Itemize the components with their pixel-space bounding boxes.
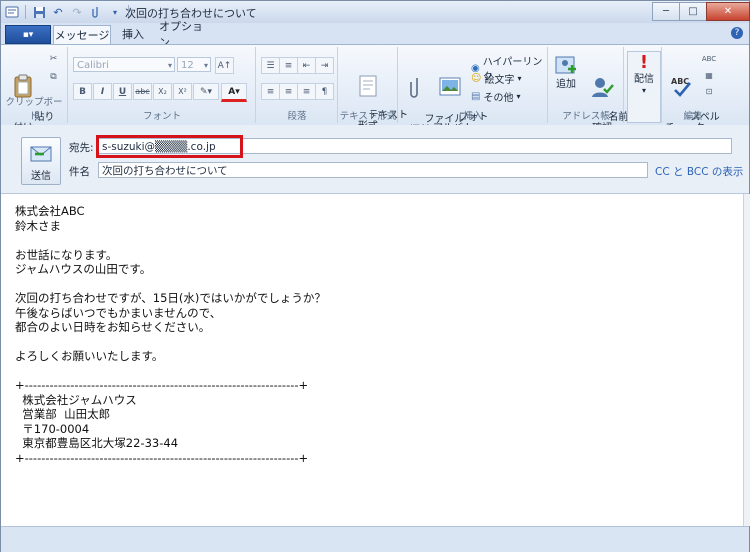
font-color-icon[interactable]: A▾ (221, 83, 247, 102)
check-names-icon (592, 78, 614, 97)
paperclip-icon (410, 78, 418, 98)
spell-check-icon: ABC (671, 77, 691, 97)
status-bar (1, 526, 749, 552)
file-menu-button[interactable]: ▪▾ (5, 25, 51, 44)
other-insert-button[interactable]: ▤ その他 ▾ (471, 89, 520, 104)
find-icon[interactable]: ▦ (701, 69, 717, 81)
group-label-insert: 挿入 (463, 111, 483, 122)
bold-button[interactable]: B (73, 83, 92, 100)
group-paragraph: ☰ ≡ ⇤ ⇥ ≡ ≡ ≡ ¶ 段落 (257, 47, 338, 123)
grow-font-icon[interactable]: A↑ (215, 57, 234, 74)
group-delivery: ! 配信 ▾ (625, 47, 662, 123)
group-font: Calibri ▾ 12 ▾ A↑ B I U abc X₂ X² ✎▾ A▾ フォ… (69, 47, 256, 123)
group-label-address-book: アドレス帳 (562, 111, 610, 122)
word-count-icon[interactable]: ABC (701, 53, 717, 65)
send-button[interactable]: 送信 (21, 137, 61, 185)
strikethrough-button[interactable]: abc (133, 83, 152, 100)
qat-dropdown-icon[interactable]: ▾ (107, 4, 123, 20)
group-insert: ファイル の添付 フォト アルバム ◉ ハイパーリンク ☺ 絵文字 ▾ ▤ その… (399, 47, 548, 136)
add-contact-icon (555, 56, 576, 74)
group-edit: ABC スペル チェック ABC ▦ ⊡ 編集 (663, 47, 723, 134)
save-icon[interactable] (31, 4, 47, 20)
minimize-button[interactable]: ─ (652, 2, 680, 21)
redo-icon[interactable]: ↷ (69, 4, 85, 20)
highlight-box (96, 135, 243, 158)
group-label-clipboard: クリップボード (5, 97, 63, 122)
cc-bcc-link[interactable]: CC と BCC の表示 (655, 164, 743, 179)
chevron-down-icon: ▾ (516, 92, 521, 101)
separator (25, 5, 26, 19)
italic-button[interactable]: I (93, 83, 112, 100)
exclamation-icon: ! (639, 52, 649, 73)
chevron-down-icon: ▾ (641, 86, 646, 95)
smiley-icon: ☺ (471, 73, 482, 84)
group-label-paragraph: 段落 (287, 111, 307, 122)
align-right-icon[interactable]: ≡ (297, 83, 316, 100)
subject-label: 件名 (69, 166, 90, 178)
undo-icon[interactable]: ↶ (50, 4, 66, 20)
quick-access-toolbar: ↶ ↷ ▾ (4, 3, 131, 21)
group-text-format: テキスト 形式 テキスト形式 (339, 47, 408, 132)
group-label-edit: 編集 (683, 111, 703, 122)
mail-compose-window: ↶ ↷ ▾ 次回の打ち合わせについて ─ □ ✕ ▪▾ メッセージ 挿入 オプシ… (0, 0, 750, 552)
insert-other-icon: ▤ (471, 91, 481, 102)
chevron-down-icon: ▾ (167, 61, 172, 70)
group-clipboard: 貼り 付け ✂ ⧉ クリップボード (1, 47, 68, 134)
title-bar: ↶ ↷ ▾ 次回の打ち合わせについて ─ □ ✕ (1, 1, 750, 24)
group-label-font: フォント (142, 111, 181, 122)
attach-icon[interactable] (88, 4, 104, 20)
highlight-icon[interactable]: ✎▾ (193, 83, 219, 100)
message-body-text: 株式会社ABC 鈴木さま お世話になります。 ジャムハウスの山田です。 次回の打… (15, 204, 326, 465)
superscript-button[interactable]: X² (173, 83, 192, 100)
font-size-combo[interactable]: 12 ▾ (177, 57, 211, 72)
tab-options[interactable]: オプション (159, 20, 211, 49)
chevron-down-icon: ▾ (203, 61, 208, 70)
message-body[interactable]: 株式会社ABC 鈴木さま お世話になります。 ジャムハウスの山田です。 次回の打… (1, 194, 743, 526)
paragraph-style-icon[interactable]: ¶ (315, 83, 334, 100)
align-center-icon[interactable]: ≡ (279, 83, 298, 100)
chevron-down-icon: ▾ (517, 74, 522, 83)
document-icon (359, 75, 377, 97)
group-label-text-format: テキスト形式 (339, 111, 397, 122)
ribbon-tabs: ▪▾ メッセージ 挿入 オプション ? (1, 20, 749, 49)
svg-text:ABC: ABC (671, 77, 689, 86)
add-contact-button[interactable]: 追加 (551, 53, 581, 90)
emoji-button[interactable]: ☺ 絵文字 ▾ (471, 71, 521, 86)
subject-field[interactable]: 次回の打ち合わせについて (98, 162, 648, 178)
photo-album-icon (439, 77, 461, 96)
vertical-scrollbar[interactable] (743, 194, 750, 526)
window-controls: ─ □ ✕ (652, 2, 750, 21)
decrease-indent-icon[interactable]: ⇤ (297, 57, 316, 74)
font-name-combo[interactable]: Calibri ▾ (73, 57, 175, 72)
cut-icon[interactable]: ✂ (45, 51, 62, 66)
tab-insert[interactable]: 挿入 (115, 25, 151, 43)
underline-button[interactable]: U (113, 83, 132, 100)
to-label: 宛先: (69, 142, 94, 154)
close-button[interactable]: ✕ (706, 2, 750, 21)
select-all-icon[interactable]: ⊡ (701, 85, 717, 97)
help-icon[interactable]: ? (731, 27, 743, 39)
subscript-button[interactable]: X₂ (153, 83, 172, 100)
send-icon (30, 146, 52, 162)
bullet-list-icon[interactable]: ☰ (261, 57, 280, 74)
app-menu-icon[interactable] (4, 4, 20, 20)
align-left-icon[interactable]: ≡ (261, 83, 280, 100)
ribbon: 貼り 付け ✂ ⧉ クリップボード Calibri▾ 12▾ A↑ B I U … (1, 44, 749, 136)
numbered-list-icon[interactable]: ≡ (279, 57, 298, 74)
tab-message[interactable]: メッセージ (53, 25, 111, 44)
group-address-book: 追加 名前の 確認 アドレス帳 (549, 47, 638, 134)
priority-button[interactable]: ! 配信 ▾ (627, 51, 661, 123)
maximize-button[interactable]: □ (679, 2, 707, 21)
copy-icon[interactable]: ⧉ (45, 69, 62, 84)
increase-indent-icon[interactable]: ⇥ (315, 57, 334, 74)
